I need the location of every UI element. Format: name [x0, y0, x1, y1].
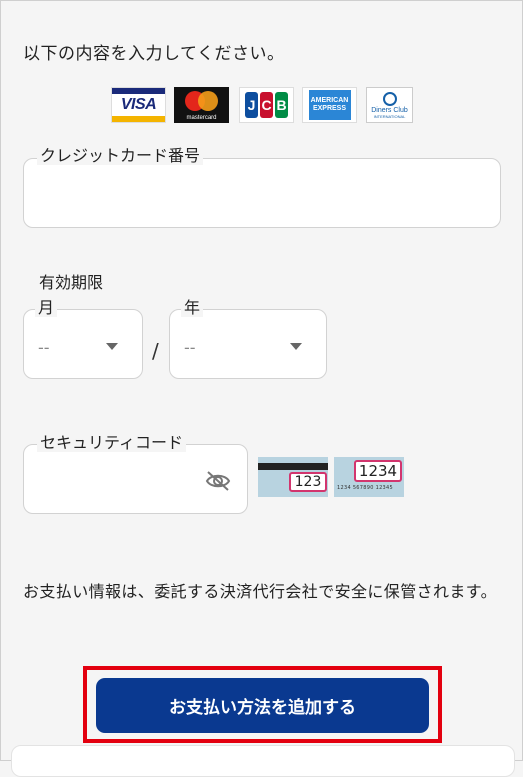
- amex-logo: AMERICAN EXPRESS: [302, 87, 357, 123]
- security-code-label: セキュリティコード: [37, 434, 187, 452]
- year-label: 年: [181, 299, 204, 317]
- card-front-cvv-example: 1234 1234 567890 12345: [334, 457, 404, 497]
- month-label: 月: [35, 299, 58, 317]
- cvv-front-code: 1234: [354, 460, 402, 482]
- card-back-cvv-example: 123: [258, 457, 328, 497]
- date-separator: /: [152, 339, 159, 363]
- year-value: --: [184, 338, 196, 357]
- jcb-logo: JCB: [239, 87, 294, 123]
- eye-off-icon[interactable]: [204, 469, 232, 493]
- caret-down-icon: [106, 343, 118, 350]
- expiry-month-select[interactable]: --: [23, 309, 143, 379]
- security-notice: お支払い情報は、委託する決済代行会社で安全に保管されます。: [23, 582, 498, 601]
- mastercard-logo: mastercard: [174, 87, 229, 123]
- cvv-back-code: 123: [289, 472, 327, 492]
- diners-club-logo: Diners Club INTERNATIONAL: [366, 87, 413, 123]
- caret-down-icon: [290, 343, 302, 350]
- add-payment-method-button[interactable]: お支払い方法を追加する: [96, 678, 429, 733]
- payment-form-panel: 以下の内容を入力してください。 VISA mastercard JCB AMER…: [0, 0, 523, 777]
- card-number-input[interactable]: [23, 158, 501, 228]
- expiry-label: 有効期限: [39, 273, 104, 292]
- visa-logo: VISA: [111, 87, 166, 123]
- next-section-card: [11, 745, 515, 777]
- card-number-example: 1234 567890 12345: [337, 485, 393, 491]
- security-code-input[interactable]: [23, 444, 248, 514]
- card-number-label: クレジットカード番号: [37, 147, 204, 165]
- expiry-year-select[interactable]: --: [169, 309, 327, 379]
- month-value: --: [38, 338, 50, 357]
- intro-text: 以下の内容を入力してください。: [23, 44, 285, 64]
